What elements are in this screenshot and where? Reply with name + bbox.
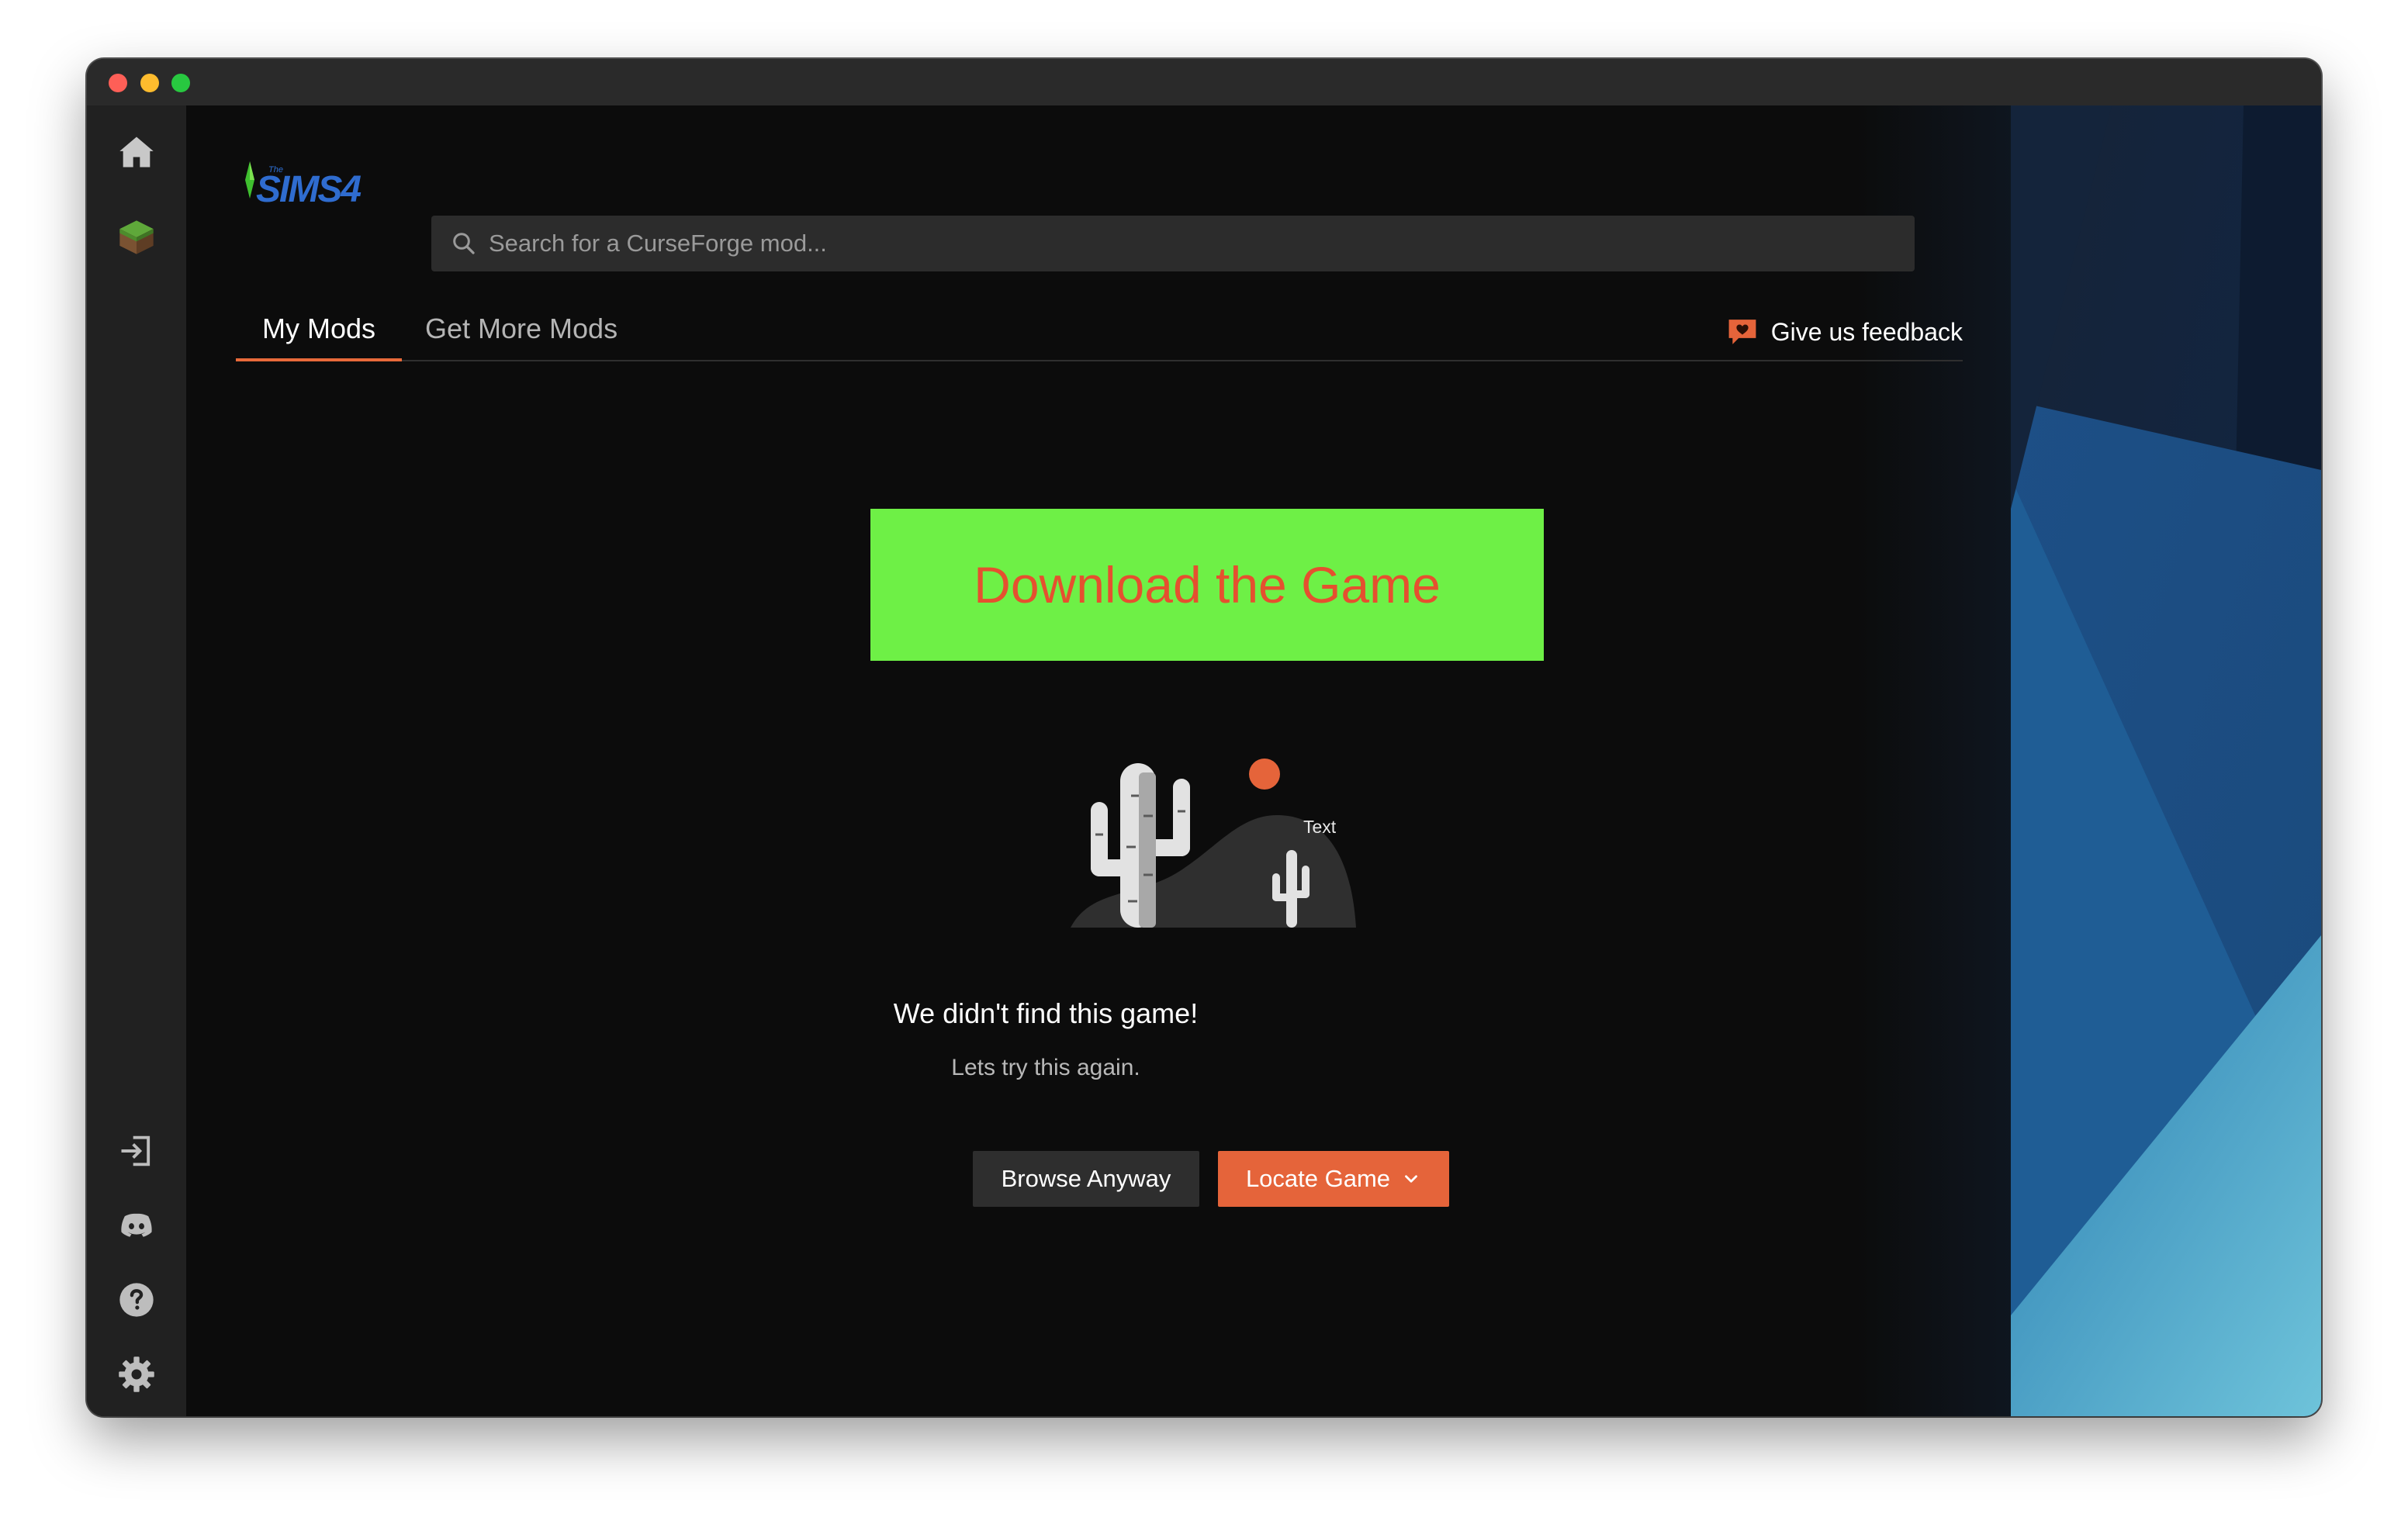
feedback-label: Give us feedback: [1770, 317, 1963, 346]
tab-get-more-mods[interactable]: Get More Mods: [425, 301, 618, 361]
minecraft-grass-block-icon[interactable]: [113, 214, 160, 261]
main-content: The SIMS4 My Mods Get More Mods Give us …: [186, 105, 2011, 1416]
search-input[interactable]: [489, 216, 1915, 271]
background-artwork: [2011, 105, 2321, 1416]
empty-state-subtitle: Lets try this again.: [951, 1055, 1140, 1080]
zoom-window-button[interactable]: [171, 74, 190, 92]
feedback-heart-icon: [1728, 320, 1756, 344]
feedback-link[interactable]: Give us feedback: [1728, 307, 1963, 357]
settings-icon[interactable]: [113, 1351, 160, 1398]
close-window-button[interactable]: [109, 74, 127, 92]
empty-state-title: We didn't find this game!: [893, 997, 1199, 1029]
browse-anyway-button[interactable]: Browse Anyway: [973, 1151, 1199, 1207]
minimize-window-button[interactable]: [140, 74, 159, 92]
sidebar: [87, 105, 186, 1416]
tab-bar: My Mods Get More Mods Give us feedback: [236, 301, 1963, 361]
search-icon: [453, 233, 475, 254]
svg-text:SIMS4: SIMS4: [256, 169, 361, 210]
desert-cactus-illustration: Text: [1071, 759, 1356, 928]
tab-my-mods[interactable]: My Mods: [236, 301, 402, 361]
help-icon[interactable]: [113, 1277, 160, 1323]
title-bar: [87, 59, 2321, 105]
search-bar[interactable]: [431, 216, 1915, 271]
download-game-label: Download the Game: [974, 556, 1441, 613]
download-game-banner[interactable]: Download the Game: [870, 509, 1544, 661]
locate-game-button[interactable]: Locate Game: [1218, 1151, 1449, 1207]
chevron-down-icon: [1405, 1175, 1417, 1183]
illustration-text-label: Text: [1303, 817, 1337, 837]
app-window: The SIMS4 My Mods Get More Mods Give us …: [87, 59, 2321, 1416]
login-icon[interactable]: [113, 1128, 160, 1174]
home-icon[interactable]: [113, 129, 160, 175]
sims4-logo: The SIMS4: [245, 161, 362, 210]
discord-icon[interactable]: [113, 1202, 160, 1249]
